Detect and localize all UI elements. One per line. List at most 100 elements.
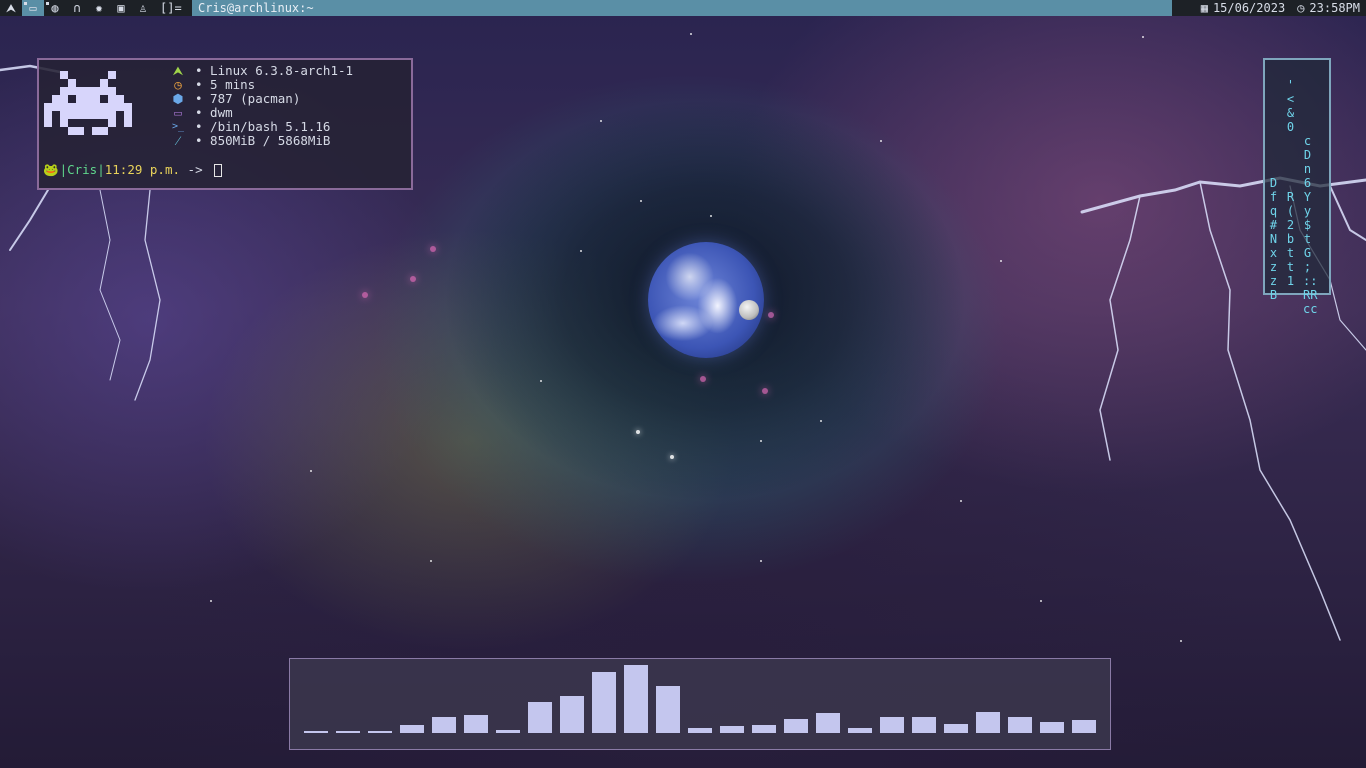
tag-6[interactable]: ▣ — [110, 0, 132, 16]
date-block: ▦ 15/06/2023 — [1194, 0, 1292, 16]
matrix-glyph: G — [1303, 246, 1312, 260]
text-cursor[interactable] — [214, 163, 223, 177]
matrix-glyph: c — [1303, 134, 1312, 148]
matrix-glyph: B — [1269, 288, 1278, 302]
date-text: 15/06/2023 — [1212, 1, 1286, 15]
space-invader-logo — [44, 71, 132, 135]
calendar-icon: ▦ — [1200, 1, 1208, 15]
shell-text: • /bin/bash 5.1.16 — [195, 119, 331, 134]
matrix-glyph: y — [1303, 204, 1312, 218]
layout-indicator[interactable]: []= — [160, 0, 182, 16]
matrix-glyph: 2 — [1286, 218, 1295, 232]
matrix-glyph: N — [1269, 232, 1278, 246]
visualizer-bar — [752, 725, 776, 733]
matrix-glyph: t — [1303, 232, 1312, 246]
occupied-indicator — [46, 2, 49, 5]
visualizer-bar — [1008, 717, 1032, 733]
info-row-memory: ⁄ • 850MiB / 5868MiB — [171, 134, 353, 148]
headphones-icon: ∩ — [73, 1, 81, 15]
matrix-rain-window[interactable]: Df q # Nx z z B ' < & 0 R(2 b t t 1 c Dn 6 Yy $ t G;:: RR cc — [1263, 58, 1331, 316]
tag-5[interactable]: ✹ — [88, 0, 110, 16]
tag-7[interactable]: ♙ — [132, 0, 154, 16]
wm-text: • dwm — [195, 105, 233, 120]
visualizer-bar — [912, 717, 936, 733]
shell-icon: >_ — [171, 121, 185, 132]
matrix-glyph: ; — [1303, 260, 1312, 274]
package-icon: ⬢ — [172, 91, 184, 106]
matrix-glyph — [1303, 120, 1312, 134]
shell-prompt[interactable]: 🐸 | Cris | 11:29 p.m. -> — [43, 162, 223, 178]
visualizer-bar — [688, 728, 712, 733]
occupied-indicator — [24, 2, 27, 5]
prompt-pipe: | — [97, 162, 105, 177]
matrix-glyph: 6 — [1303, 176, 1312, 190]
info-row-uptime: ◷ • 5 mins — [171, 78, 353, 92]
visualizer-bar — [400, 725, 424, 733]
matrix-glyph: RR — [1303, 288, 1318, 302]
window-icon: ▭ — [174, 105, 182, 120]
matrix-glyph: f — [1269, 190, 1278, 204]
visualizer-bar — [720, 726, 744, 733]
matrix-glyph: 0 — [1286, 120, 1295, 134]
top-status-bar: ⮝ ▭ ◍ ∩ ✹ ▣ ♙ []= Cris@archlinux:~ ▦ 15/… — [0, 0, 1366, 16]
memory-text: • 850MiB / 5868MiB — [195, 133, 331, 148]
info-row-packages: ⬢ • 787 (pacman) — [171, 92, 353, 106]
matrix-glyph — [1269, 148, 1278, 162]
info-row-shell: >_ • /bin/bash 5.1.16 — [171, 120, 353, 134]
info-row-kernel: ⮝ • Linux 6.3.8-arch1-1 — [171, 64, 353, 78]
prompt-arrow: -> — [180, 162, 211, 177]
matrix-glyph — [1286, 134, 1295, 148]
tag-3[interactable]: ◍ — [44, 0, 66, 16]
visualizer-bar — [560, 696, 584, 733]
visualizer-bar — [304, 731, 328, 733]
workspace-tags: ⮝ ▭ ◍ ∩ ✹ ▣ ♙ — [0, 0, 154, 16]
matrix-glyph: cc — [1303, 302, 1318, 316]
matrix-glyph: Y — [1303, 190, 1312, 204]
matrix-glyph — [1269, 134, 1278, 148]
matrix-glyph: x — [1269, 246, 1278, 260]
matrix-column: c Dn 6 Yy $ t G;:: RR cc — [1303, 106, 1318, 316]
matrix-glyph: q — [1269, 204, 1278, 218]
clock-icon: ◷ — [174, 77, 182, 92]
memory-icon: ⁄ — [176, 133, 180, 148]
prompt-time: 11:29 p.m. — [104, 162, 181, 177]
visualizer-bar — [368, 731, 392, 733]
visualizer-bar — [1040, 722, 1064, 733]
matrix-glyph: t — [1286, 246, 1295, 260]
matrix-glyph: n — [1303, 162, 1312, 176]
audio-visualizer — [289, 658, 1111, 750]
matrix-glyph: t — [1286, 260, 1295, 274]
matrix-glyph: & — [1286, 106, 1295, 120]
matrix-glyph — [1286, 148, 1295, 162]
info-row-wm: ▭ • dwm — [171, 106, 353, 120]
window-title[interactable]: Cris@archlinux:~ — [192, 0, 1172, 16]
system-info: ⮝ • Linux 6.3.8-arch1-1 ◷ • 5 mins ⬢ • 787 … — [171, 64, 353, 148]
matrix-glyph — [1269, 120, 1278, 134]
terminal-window[interactable]: ⮝ • Linux 6.3.8-arch1-1 ◷ • 5 mins ⬢ • 787 … — [37, 58, 413, 190]
matrix-column: Df q # Nx z z B — [1269, 120, 1278, 302]
matrix-glyph: # — [1269, 218, 1278, 232]
time-block: ◷ 23:58PM — [1291, 0, 1366, 16]
matrix-glyph: :: — [1303, 274, 1318, 288]
packages-text: • 787 (pacman) — [195, 91, 301, 106]
matrix-glyph — [1286, 162, 1295, 176]
visualizer-bar — [784, 719, 808, 733]
visualizer-bar — [944, 724, 968, 733]
terminal-icon: ▭ — [29, 1, 37, 15]
arch-icon: ⮝ — [5, 1, 17, 15]
tag-4[interactable]: ∩ — [66, 0, 88, 16]
time-text: 23:58PM — [1309, 1, 1360, 15]
matrix-glyph: < — [1286, 92, 1295, 106]
matrix-glyph: b — [1286, 232, 1295, 246]
tag-1[interactable]: ⮝ — [0, 0, 22, 16]
tag-2[interactable]: ▭ — [22, 0, 44, 16]
uptime-text: • 5 mins — [195, 77, 256, 92]
matrix-glyph: 1 — [1286, 274, 1295, 288]
prompt-pipe: | — [59, 162, 68, 177]
frog-icon: 🐸 — [43, 162, 59, 177]
visualizer-bar — [656, 686, 680, 733]
visualizer-bar — [464, 715, 488, 733]
matrix-glyph: ( — [1286, 204, 1295, 218]
matrix-glyph: ' — [1286, 78, 1295, 92]
matrix-glyph: R — [1286, 190, 1295, 204]
